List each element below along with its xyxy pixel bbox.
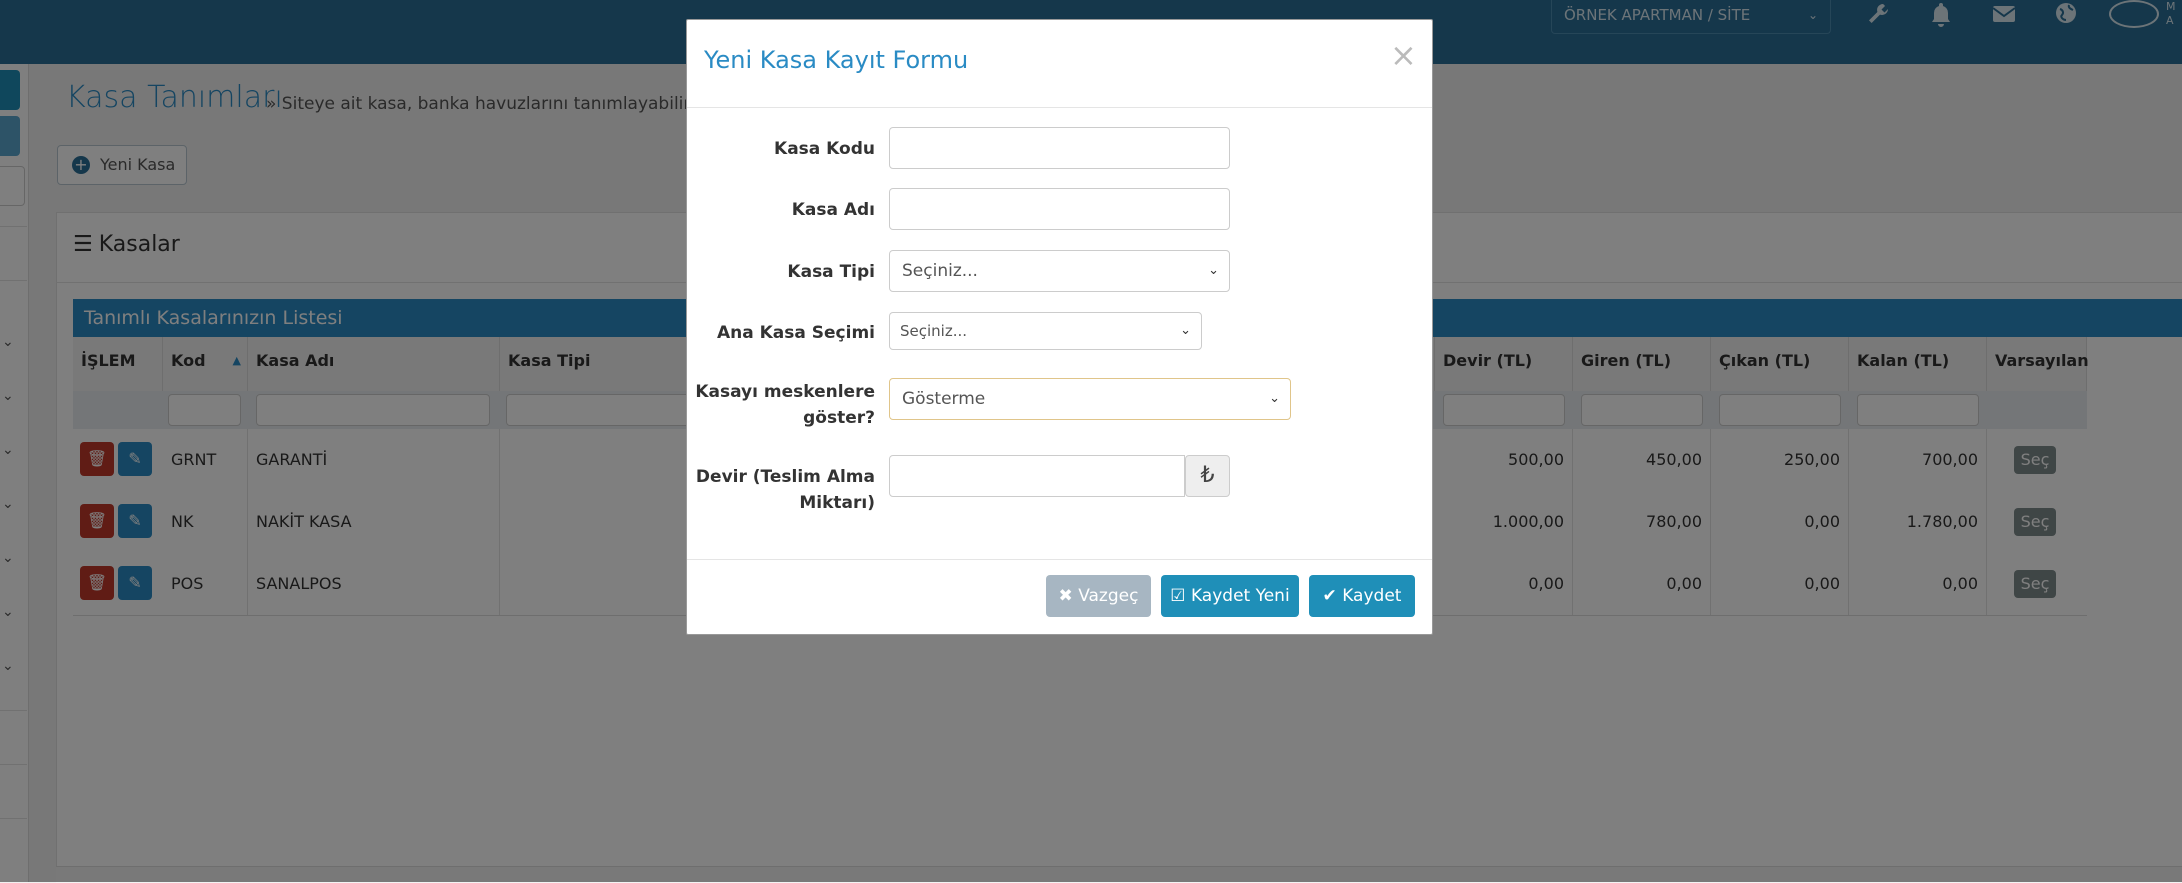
check-square-icon: ☑ (1170, 586, 1186, 606)
modal-title: Yeni Kasa Kayıt Formu (704, 46, 969, 74)
check-icon: ✔ (1322, 586, 1337, 606)
devir-label-line1: Devir (Teslim Alma (695, 467, 875, 487)
save-button[interactable]: ✔ Kaydet (1309, 575, 1415, 617)
ana-kasa-value: Seçiniz... (900, 322, 968, 340)
meskenlere-label-line2: göster? (803, 408, 875, 428)
meskenlere-label-line1: Kasayı meskenlere (695, 382, 875, 402)
devir-input[interactable] (889, 455, 1185, 497)
chevron-down-icon: ⌄ (1180, 323, 1191, 338)
kasa-tipi-select[interactable]: Seçiniz... ⌄ (889, 250, 1230, 292)
kasa-tipi-value: Seçiniz... (902, 261, 978, 281)
meskenlere-select[interactable]: Gösterme ⌄ (889, 378, 1291, 420)
chevron-down-icon: ⌄ (1269, 391, 1280, 406)
devir-label-line2: Miktarı) (799, 493, 875, 513)
ana-kasa-label: Ana Kasa Seçimi (716, 323, 875, 343)
cancel-button[interactable]: ✖ Vazgeç (1046, 575, 1151, 617)
modal-header-divider (687, 107, 1432, 108)
kasa-adi-label: Kasa Adı (791, 200, 875, 220)
kasa-kodu-label: Kasa Kodu (774, 139, 875, 159)
kasa-adi-input[interactable] (889, 188, 1230, 230)
kasa-tipi-label: Kasa Tipi (787, 262, 875, 282)
meskenlere-value: Gösterme (902, 389, 986, 409)
lira-icon: ₺ (1185, 455, 1230, 497)
close-icon[interactable]: × (1390, 36, 1417, 74)
save-new-button[interactable]: ☑ Kaydet Yeni (1161, 575, 1299, 617)
times-icon: ✖ (1058, 586, 1073, 606)
modal-footer-divider (687, 559, 1432, 560)
chevron-down-icon: ⌄ (1208, 263, 1219, 278)
kasa-kodu-input[interactable] (889, 127, 1230, 169)
ana-kasa-select[interactable]: Seçiniz... ⌄ (889, 312, 1202, 350)
